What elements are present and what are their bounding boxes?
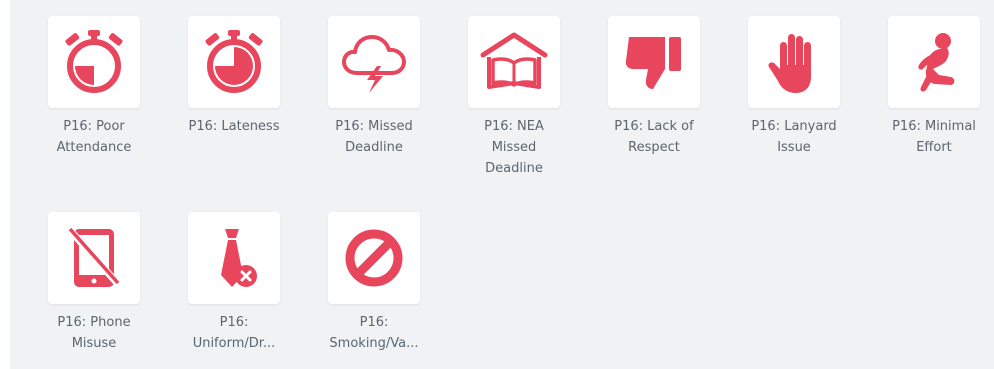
behaviour-tile-nea-missed-deadline[interactable]: P16: NEA Missed Deadline	[466, 16, 562, 176]
tile-label: P16: Phone Misuse	[57, 315, 131, 351]
thumbs-down-icon	[625, 37, 681, 89]
raised-hand-icon	[768, 34, 811, 93]
stopwatch-icon	[205, 30, 263, 93]
no-entry-icon	[345, 229, 403, 287]
behaviour-tile-lateness[interactable]: P16: Lateness	[186, 16, 282, 156]
behaviour-tile-lack-of-respect[interactable]: P16: Lack of Respect	[606, 16, 702, 156]
behaviour-tile-lanyard-issue[interactable]: P16: Lanyard Issue	[746, 16, 842, 156]
behaviour-tile-minimal-effort[interactable]: P16: Minimal Effort	[886, 16, 982, 156]
slumped-person-icon	[918, 33, 955, 92]
icon-card	[748, 16, 840, 108]
icon-card	[188, 16, 280, 108]
tile-label: P16: Lateness	[188, 119, 280, 134]
tie-cross-icon	[221, 229, 257, 287]
tile-label: P16: Smoking/Va...	[329, 315, 419, 351]
icon-card	[608, 16, 700, 108]
tile-label: P16: NEA Missed Deadline	[484, 119, 544, 176]
crossed-phone-icon	[66, 226, 120, 287]
icon-card	[328, 16, 420, 108]
stopwatch-quarter-icon	[65, 30, 123, 93]
behaviour-tile-missed-deadline[interactable]: P16: Missed Deadline	[326, 16, 422, 156]
icon-card	[468, 16, 560, 108]
tile-label: P16: Lanyard Issue	[751, 119, 837, 155]
storm-cloud-icon	[342, 35, 406, 93]
behaviour-tile-grid: P16: Poor Attendance P16: Lateness P16: …	[10, 0, 994, 369]
tile-label: P16: Minimal Effort	[892, 119, 976, 155]
icon-card	[48, 212, 140, 304]
behaviour-tile-smoking-vaping[interactable]: P16: Smoking/Va...	[326, 212, 422, 352]
icon-card	[188, 212, 280, 304]
behaviour-tile-uniform-dress-code[interactable]: P16: Uniform/Dr... Code	[186, 212, 282, 352]
tile-label: P16: Uniform/Dr... Code	[192, 315, 276, 351]
icon-card	[48, 16, 140, 108]
icon-card	[328, 212, 420, 304]
behaviour-tile-poor-attendance[interactable]: P16: Poor Attendance	[46, 16, 142, 156]
left-margin	[0, 0, 10, 369]
tile-label: P16: Lack of Respect	[614, 119, 694, 155]
tile-label: P16: Missed Deadline	[335, 119, 413, 155]
tile-label: P16: Poor Attendance	[56, 119, 132, 155]
icon-card	[888, 16, 980, 108]
behaviour-tile-phone-misuse[interactable]: P16: Phone Misuse	[46, 212, 142, 352]
open-book-roof-icon	[480, 32, 548, 89]
